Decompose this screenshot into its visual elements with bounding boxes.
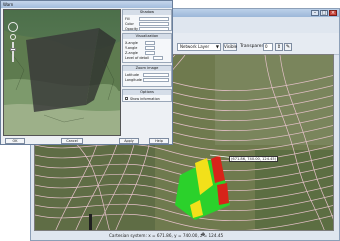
navigation-compass[interactable]: [8, 22, 18, 32]
z-angle-input[interactable]: [145, 51, 155, 55]
cancel-button[interactable]: Cancel: [61, 138, 83, 144]
dialog-title: Warn: [3, 2, 14, 7]
scale-bar: [89, 214, 92, 230]
field-label: Longitude: [125, 78, 142, 82]
visible-button[interactable]: Visible: [223, 43, 237, 51]
transparency-input[interactable]: 0: [263, 43, 273, 51]
chevron-down-icon: ▼: [215, 44, 219, 49]
x-angle-input[interactable]: [145, 41, 155, 45]
dialog-footer: OK Cancel Apply Help: [1, 137, 172, 146]
layer-settings-icon[interactable]: ✎: [284, 43, 292, 51]
help-button[interactable]: Help: [149, 138, 169, 144]
opacity-input[interactable]: [139, 27, 169, 31]
longitude-input[interactable]: [143, 78, 169, 82]
field-label: Color: [125, 22, 134, 26]
section-header: Shadow: [123, 10, 171, 15]
field-label: Y-angle: [125, 46, 138, 50]
section-header: Options: [123, 90, 171, 95]
options-section: Options Show information: [122, 89, 172, 102]
dialog-titlebar[interactable]: Warn: [1, 1, 172, 8]
settings-panel: Shadow Fill Color Opacity Visualization …: [122, 9, 172, 137]
pan-control[interactable]: [10, 34, 16, 40]
close-button[interactable]: ×: [329, 10, 337, 16]
apply-button[interactable]: Apply: [119, 138, 139, 144]
fill-input[interactable]: [139, 17, 169, 21]
detail-input[interactable]: [153, 56, 163, 60]
section-header: Zoom image: [123, 66, 171, 71]
terrain-3d-canvas: [4, 10, 120, 135]
zoom-image-section: Zoom image Latitude Longitude: [122, 65, 172, 87]
zoom-slider[interactable]: [12, 42, 14, 62]
zoom-slider-handle[interactable]: [10, 48, 16, 51]
field-label: Level of detail: [125, 56, 149, 60]
field-label: Opacity: [125, 27, 139, 31]
maximize-button[interactable]: □: [320, 10, 328, 16]
status-bar-text: Cartesian system: x = 671.86, y = 740.00…: [109, 233, 224, 238]
color-input[interactable]: [139, 22, 169, 26]
checkbox-label: Show information: [130, 96, 160, 101]
field-label: X-angle: [125, 41, 138, 45]
section-header: Visualization: [123, 34, 171, 39]
coordinate-callout: (671.86, 740.00, 124.45): [229, 156, 279, 162]
cursor-icon: ✥: [201, 232, 206, 238]
field-label: Fill: [125, 17, 130, 21]
y-angle-input[interactable]: [145, 46, 155, 50]
visualization-section: Visualization X-angle Y-angle Z-angle Le…: [122, 33, 172, 63]
shadow-section: Shadow Fill Color Opacity: [122, 9, 172, 31]
minimize-button[interactable]: –: [311, 10, 319, 16]
view-3d-dialog: Warn Shadow Fill Color Opacity Visualiza…: [0, 0, 173, 145]
spinner-icon[interactable]: ⇕: [275, 43, 283, 51]
layer-select-value: Network Layer: [180, 44, 210, 49]
layer-select[interactable]: Network Layer ▼: [177, 43, 221, 51]
latitude-input[interactable]: [143, 73, 169, 77]
terrain-3d-view[interactable]: [3, 9, 121, 136]
field-label: Z-angle: [125, 51, 138, 55]
show-info-checkbox[interactable]: [125, 97, 128, 100]
ok-button[interactable]: OK: [5, 138, 25, 144]
field-label: Latitude: [125, 73, 139, 77]
